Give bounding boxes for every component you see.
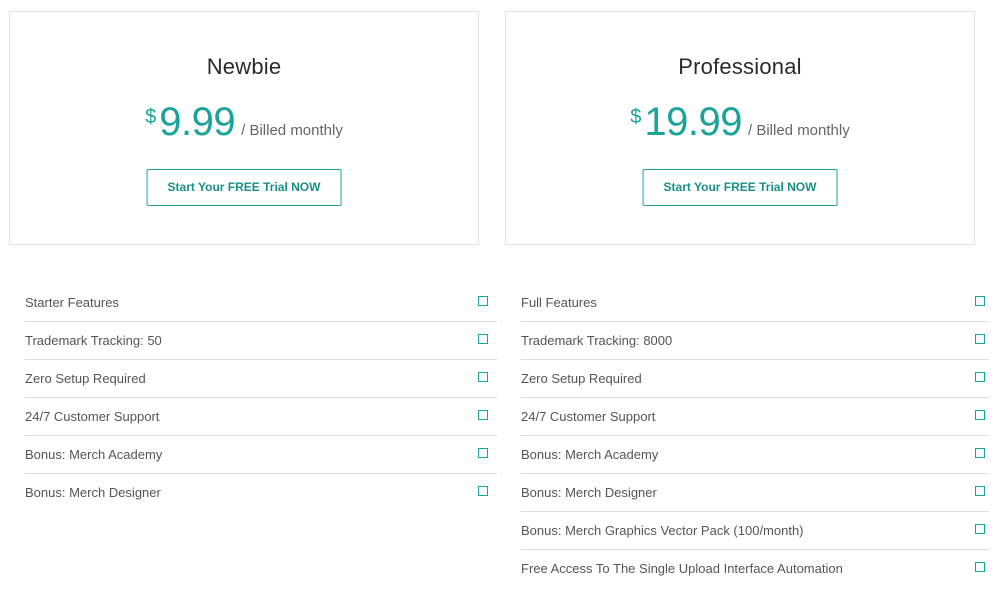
feature-label: 24/7 Customer Support bbox=[521, 409, 656, 424]
feature-label: Zero Setup Required bbox=[25, 371, 146, 386]
feature-item: Trademark Tracking: 8000 bbox=[521, 322, 989, 360]
price-amount: 19.99 bbox=[644, 100, 742, 144]
checkbox-square-icon bbox=[975, 562, 985, 572]
billing-period: / Billed monthly bbox=[241, 122, 343, 139]
feature-item: Bonus: Merch Designer bbox=[521, 474, 989, 512]
feature-label: Zero Setup Required bbox=[521, 371, 642, 386]
feature-label: Bonus: Merch Designer bbox=[25, 485, 161, 500]
start-free-trial-button[interactable]: Start Your FREE Trial NOW bbox=[642, 169, 838, 206]
feature-item: 24/7 Customer Support bbox=[25, 398, 497, 436]
feature-item: Zero Setup Required bbox=[25, 360, 497, 398]
feature-label: Bonus: Merch Designer bbox=[521, 485, 657, 500]
plan-name: Professional bbox=[678, 54, 802, 79]
feature-item: Bonus: Merch Academy bbox=[25, 436, 497, 474]
checkbox-square-icon bbox=[478, 372, 488, 382]
checkbox-square-icon bbox=[975, 486, 985, 496]
checkbox-square-icon bbox=[478, 334, 488, 344]
billing-period: / Billed monthly bbox=[748, 122, 850, 139]
feature-label: Bonus: Merch Academy bbox=[521, 447, 659, 462]
feature-label: Starter Features bbox=[25, 295, 119, 310]
start-free-trial-button[interactable]: Start Your FREE Trial NOW bbox=[146, 169, 342, 206]
plan-card-professional: Professional $ 19.99 / Billed monthly St… bbox=[505, 11, 975, 245]
plan-card-newbie: Newbie $ 9.99 / Billed monthly Start You… bbox=[9, 11, 479, 245]
checkbox-square-icon bbox=[975, 296, 985, 306]
checkbox-square-icon bbox=[975, 410, 985, 420]
plan-name: Newbie bbox=[206, 54, 282, 79]
feature-item: Trademark Tracking: 50 bbox=[25, 322, 497, 360]
feature-label: Trademark Tracking: 8000 bbox=[521, 333, 673, 348]
price-row: $ 9.99 / Billed monthly bbox=[10, 100, 478, 145]
feature-item: 24/7 Customer Support bbox=[521, 398, 989, 436]
feature-label: 24/7 Customer Support bbox=[25, 409, 160, 424]
checkbox-square-icon bbox=[478, 410, 488, 420]
currency-symbol: $ bbox=[145, 106, 157, 128]
feature-item: Bonus: Merch Designer bbox=[25, 474, 497, 512]
feature-list-professional: Full Features Trademark Tracking: 8000 Z… bbox=[521, 284, 989, 588]
checkbox-square-icon bbox=[478, 486, 488, 496]
checkbox-square-icon bbox=[975, 372, 985, 382]
checkbox-square-icon bbox=[975, 448, 985, 458]
feature-item: Bonus: Merch Graphics Vector Pack (100/m… bbox=[521, 512, 989, 550]
feature-item: Free Access To The Single Upload Interfa… bbox=[521, 550, 989, 588]
feature-item: Starter Features bbox=[25, 284, 497, 322]
checkbox-square-icon bbox=[975, 334, 985, 344]
feature-label: Full Features bbox=[521, 295, 597, 310]
feature-label: Bonus: Merch Graphics Vector Pack (100/m… bbox=[521, 523, 804, 538]
feature-item: Zero Setup Required bbox=[521, 360, 989, 398]
checkbox-square-icon bbox=[975, 524, 985, 534]
feature-label: Bonus: Merch Academy bbox=[25, 447, 163, 462]
feature-label: Trademark Tracking: 50 bbox=[25, 333, 162, 348]
feature-item: Full Features bbox=[521, 284, 989, 322]
feature-list-newbie: Starter Features Trademark Tracking: 50 … bbox=[25, 284, 497, 512]
checkbox-square-icon bbox=[478, 296, 488, 306]
feature-label: Free Access To The Single Upload Interfa… bbox=[521, 561, 843, 576]
feature-item: Bonus: Merch Academy bbox=[521, 436, 989, 474]
currency-symbol: $ bbox=[630, 106, 642, 128]
price-row: $ 19.99 / Billed monthly bbox=[506, 100, 974, 145]
price-amount: 9.99 bbox=[159, 100, 236, 144]
checkbox-square-icon bbox=[478, 448, 488, 458]
